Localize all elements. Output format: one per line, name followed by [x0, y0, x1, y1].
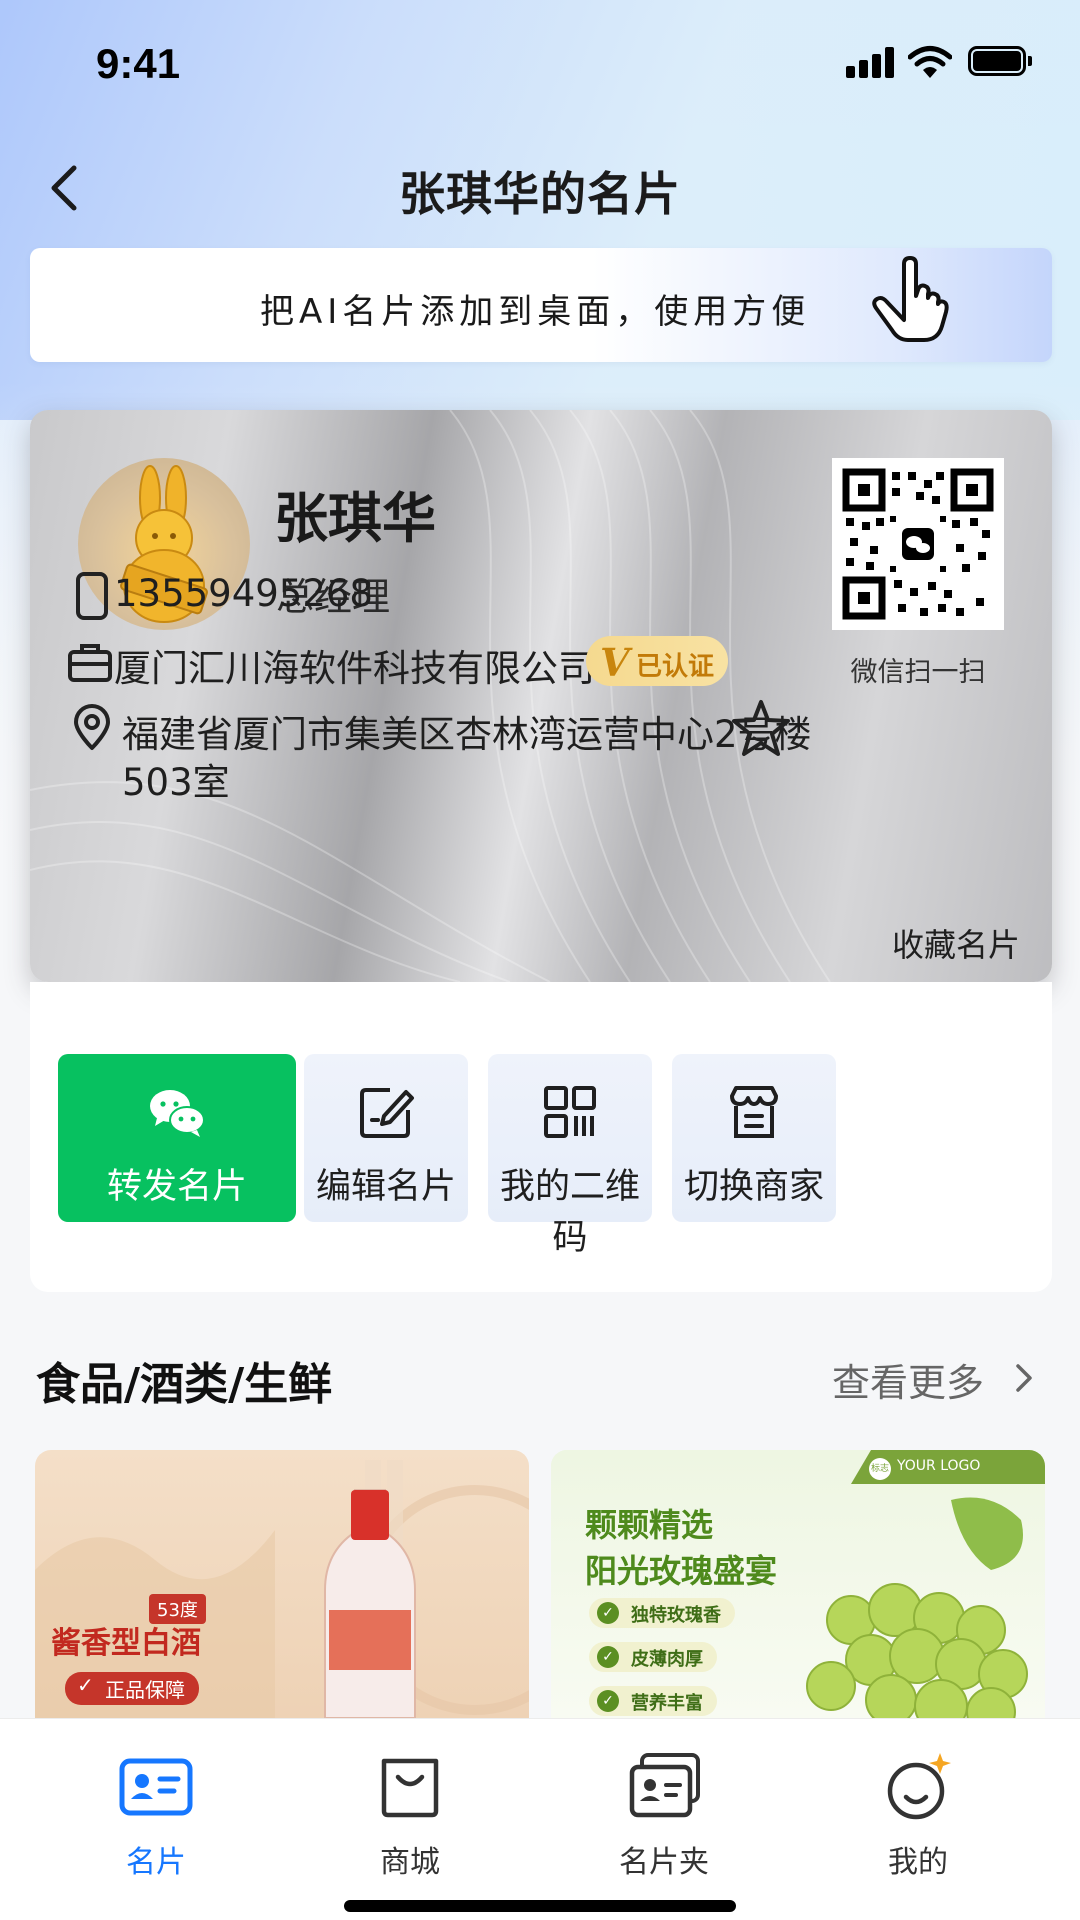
share-card-label: 转发名片 [106, 1167, 247, 1207]
switch-merchant-label: 切换商家 [683, 1167, 824, 1207]
grape-feature-2: ✓ 皮薄肉厚 [589, 1642, 717, 1672]
baijiu-title: 酱香型白酒 [51, 1626, 201, 1661]
tab-profile-label: 我的 [888, 1845, 948, 1880]
wifi-icon [908, 46, 952, 78]
grape-feature-3-text: 营养丰富 [631, 1693, 703, 1714]
star-icon[interactable] [730, 698, 792, 758]
verified-badge-text: 已认证 [636, 652, 715, 682]
tab-card[interactable]: 名片 [76, 1743, 236, 1883]
card-address-line1: 福建省厦门市集美区杏林湾运营中心2号楼 [122, 713, 812, 756]
wechat-qr-code[interactable] [832, 458, 1004, 630]
business-card: 张琪华 总经理 微信扫一扫 13559495268 厦门汇川海软件科技有限公司 … [30, 410, 1052, 982]
view-more-link[interactable]: 查看更多 [832, 1352, 984, 1407]
grape-feature-2-text: 皮薄肉厚 [631, 1649, 703, 1670]
battery-icon [968, 46, 1032, 76]
grape-headline-2: 阳光玫瑰盛宴 [585, 1552, 778, 1590]
card-name: 张琪华 [274, 487, 436, 550]
tab-card-holder[interactable]: 名片夹 [584, 1743, 744, 1883]
phone-icon [76, 572, 108, 620]
brand-logo-text: YOUR LOGO [897, 1458, 981, 1474]
share-card-button[interactable]: 转发名片 [58, 1054, 296, 1222]
grape-feature-1: ✓ 独特玫瑰香 [589, 1598, 735, 1628]
cellular-signal-icon [846, 46, 898, 78]
page-title: 张琪华的名片 [399, 167, 681, 221]
product-card-grape[interactable]: 标志 YOUR LOGO 颗颗精选 阳光玫瑰盛宴 ✓ 独特玫瑰香 ✓ 皮薄肉厚 … [551, 1450, 1045, 1718]
my-qrcode-button[interactable]: 我的二维码 [488, 1054, 652, 1258]
briefcase-icon [68, 644, 112, 682]
tab-profile[interactable]: 我的 [838, 1743, 998, 1883]
wechat-icon [150, 1090, 205, 1137]
check-icon: ✓ [77, 1673, 94, 1697]
status-bar: 9:41 [0, 0, 1080, 130]
card-holder-icon [629, 1753, 700, 1818]
tab-mall[interactable]: 商城 [330, 1743, 490, 1883]
qrcode-icon [544, 1086, 596, 1138]
banner-text: 把AI名片添加到桌面，使用方便 [260, 292, 811, 332]
chevron-right-icon[interactable] [1012, 1358, 1036, 1398]
location-pin-icon [74, 704, 110, 750]
store-icon [730, 1086, 778, 1138]
profile-smile-icon [887, 1753, 951, 1820]
favorite-card-label[interactable]: 收藏名片 [892, 920, 1020, 966]
card-icon [119, 1758, 193, 1816]
bottom-tab-bar: 名片 商城 名片夹 我的 [0, 1718, 1080, 1920]
tab-card-holder-label: 名片夹 [619, 1845, 709, 1880]
card-company: 厦门汇川海软件科技有限公司 [114, 647, 595, 690]
shopping-bag-icon [381, 1758, 439, 1818]
verified-badge: V 已认证 [586, 636, 728, 686]
card-actions-panel: 转发名片 编辑名片 我的二维码 切换商家 [30, 982, 1052, 1292]
edit-icon [360, 1088, 414, 1138]
tab-card-label: 名片 [126, 1845, 186, 1880]
brand-logo-mark: 标志 [869, 1458, 891, 1480]
check-circle-icon: ✓ [597, 1602, 619, 1624]
section-title: 食品/酒类/生鲜 [36, 1359, 333, 1410]
card-phone[interactable]: 13559495268 [114, 572, 373, 615]
status-time: 9:41 [96, 40, 181, 87]
my-qrcode-label: 我的二维码 [499, 1167, 640, 1258]
card-address-line2: 503室 [122, 761, 230, 804]
navigation-bar: 张琪华的名片 [0, 140, 1080, 230]
authentic-guarantee-pill: ✓ 正品保障 [65, 1672, 199, 1705]
tab-mall-label: 商城 [380, 1845, 440, 1880]
pointing-hand-icon [872, 256, 949, 342]
check-circle-icon: ✓ [597, 1646, 619, 1668]
qr-code-image [842, 468, 994, 620]
grape-feature-3: ✓ 营养丰富 [589, 1686, 717, 1716]
authentic-guarantee-text: 正品保障 [105, 1678, 185, 1702]
qr-code-label: 微信扫一扫 [850, 657, 986, 688]
grape-feature-1-text: 独特玫瑰香 [631, 1605, 721, 1626]
add-to-desktop-banner[interactable]: 把AI名片添加到桌面，使用方便 [30, 248, 1052, 362]
product-card-baijiu[interactable]: 53度 酱香型白酒 ✓ 正品保障 [35, 1450, 529, 1718]
home-indicator [344, 1900, 736, 1912]
edit-card-label: 编辑名片 [315, 1167, 456, 1207]
edit-card-button[interactable]: 编辑名片 [304, 1054, 468, 1222]
check-circle-icon: ✓ [597, 1690, 619, 1712]
switch-merchant-button[interactable]: 切换商家 [672, 1054, 836, 1222]
grape-headline-1: 颗颗精选 [585, 1506, 714, 1544]
verified-v-mark: V [600, 640, 630, 685]
